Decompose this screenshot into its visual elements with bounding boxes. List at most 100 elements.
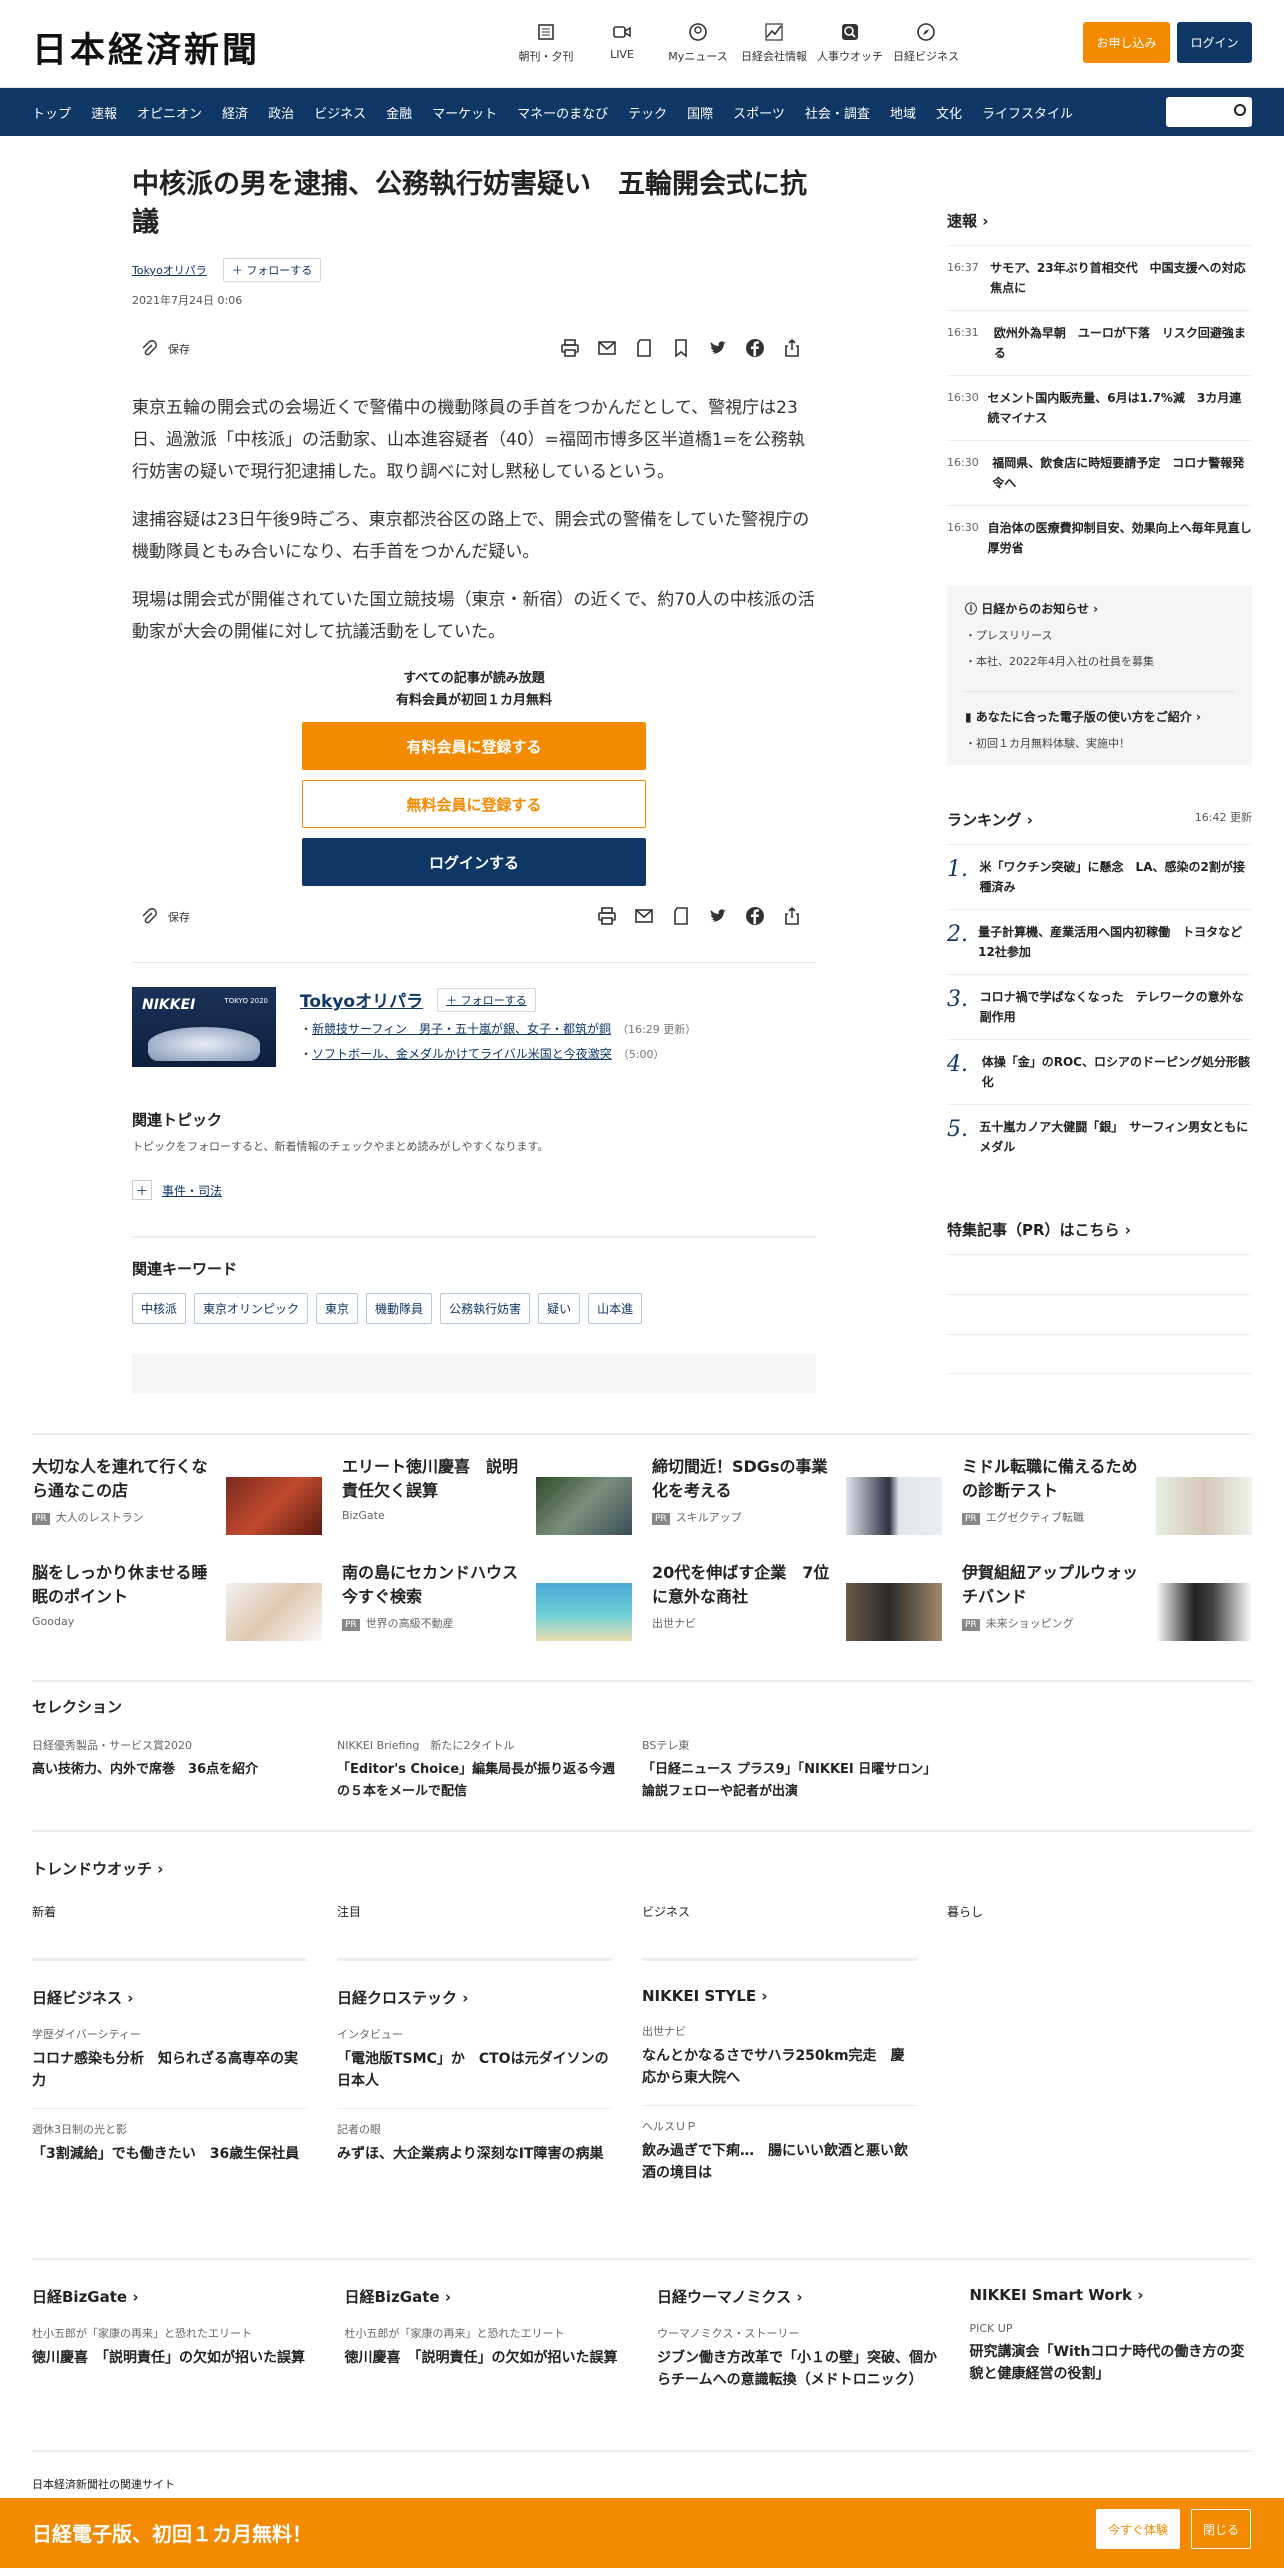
nav-item[interactable]: 文化 — [936, 103, 962, 122]
ranking-heading[interactable]: ランキング › 16:42 更新 — [947, 809, 1252, 830]
news-item[interactable]: 16:30 福岡県、飲食店に時短要請予定 コロナ警報発令へ — [947, 440, 1252, 505]
article-category-link[interactable]: Tokyoオリパラ — [132, 262, 207, 278]
media-item[interactable]: インタビュー 「電池版TSMC」か CTOは元ダイソンの日本人 — [337, 2026, 612, 2092]
clip-icon[interactable] — [634, 338, 654, 358]
print-icon[interactable] — [597, 906, 617, 926]
media-item[interactable]: 記者の眼 みずほ、大企業病より深刻なIT障害の病巣 — [337, 2108, 612, 2165]
media-heading[interactable]: NIKKEI STYLE › — [642, 1987, 917, 2005]
nav-item[interactable]: 速報 — [91, 103, 117, 122]
header-link-business[interactable]: 日経ビジネス — [888, 22, 964, 64]
header-link-live[interactable]: LIVE — [584, 22, 660, 64]
follow-button[interactable]: ＋ フォローする — [222, 258, 322, 282]
topic-name-link[interactable]: Tokyoオリパラ — [300, 987, 423, 1012]
nav-item[interactable]: 社会・調査 — [805, 103, 870, 122]
twitter-icon[interactable] — [708, 338, 728, 358]
ranking-item[interactable]: 5. 五十嵐カノア大健闘「銀」 サーフィン男女ともにメダル — [947, 1104, 1252, 1169]
login-button[interactable]: ログイン — [1177, 22, 1252, 63]
apply-button[interactable]: お申し込み — [1083, 22, 1170, 63]
keyword-tag[interactable]: 東京オリンピック — [194, 1293, 309, 1324]
nav-item[interactable]: マーケット — [432, 103, 497, 122]
promo-card[interactable]: ミドル転職に備えるための診断テスト PR エグゼクティブ転職 — [962, 1455, 1252, 1545]
clip-icon[interactable] — [671, 906, 691, 926]
pr-heading[interactable]: 特集記事（PR）はこちら › — [947, 1219, 1252, 1240]
nikkei-logo[interactable]: 日本経済新聞 — [32, 22, 260, 73]
keyword-tag[interactable]: 山本進 — [588, 1293, 643, 1324]
nav-item[interactable]: オピニオン — [137, 103, 202, 122]
selection-item[interactable]: NIKKEI Briefing 新たに2タイトル 「Editor's Choice… — [337, 1737, 642, 1803]
free-register-button[interactable]: 無料会員に登録する — [302, 780, 646, 828]
nav-item[interactable]: スポーツ — [733, 103, 785, 122]
notice-heading[interactable]: ▮ あなたに合った電子版の使い方をご紹介 › — [965, 691, 1234, 725]
promo-card[interactable]: エリート徳川慶喜 説明責任欠く誤算 BizGate — [342, 1455, 632, 1545]
nav-item[interactable]: ビジネス — [314, 103, 366, 122]
media-item[interactable]: 出世ナビ なんとかなるさでサハラ250km完走 慶応から東大院へ — [642, 2023, 917, 2089]
paywall-login-button[interactable]: ログインする — [302, 838, 646, 886]
selection-item[interactable]: BSテレ東 「日経ニュース プラス9」「NIKKEI 日曜サロン」論説フェローや記… — [642, 1737, 947, 1803]
mail-icon[interactable] — [597, 338, 617, 358]
nav-item[interactable]: トップ — [32, 103, 71, 122]
ranking-item[interactable]: 3. コロナ禍で学ばなくなった テレワークの意外な副作用 — [947, 974, 1252, 1039]
share-icon[interactable] — [782, 906, 802, 926]
news-item[interactable]: 16:31 欧州外為早朝 ユーロが下落 リスク回避強まる — [947, 310, 1252, 375]
notice-heading[interactable]: ⓘ 日経からのお知らせ › — [965, 600, 1234, 617]
share-icon[interactable] — [782, 338, 802, 358]
topic-item-link[interactable]: ソフトボール、金メダルかけてライバル米国と今夜激突 — [312, 1047, 612, 1061]
news-item[interactable]: 16:30 自治体の医療費抑制目安、効果向上へ毎年見直し 厚労省 — [947, 505, 1264, 570]
nav-item[interactable]: ライフスタイル — [982, 103, 1073, 122]
nav-item[interactable]: 経済 — [222, 103, 248, 122]
try-now-button[interactable]: 今すぐ体験 — [1096, 2509, 1180, 2549]
nav-item[interactable]: マネーのまなび — [517, 103, 608, 122]
media-item[interactable]: 学歴ダイバーシティー コロナ感染も分析 知られざる高専卒の実力 — [32, 2026, 307, 2092]
close-banner-button[interactable]: 閉じる — [1191, 2509, 1251, 2549]
notice-item[interactable]: ・本社、2022年4月入社の社員を募集 — [965, 653, 1234, 669]
promo-card[interactable]: 伊賀組紐アップルウォッチバンド PR 未来ショッピング — [962, 1561, 1252, 1651]
media-item[interactable]: ヘルスＵＰ 飲み過ぎで下痢… 腸にいい飲酒と悪い飲酒の境目は — [642, 2105, 917, 2184]
facebook-icon[interactable] — [745, 338, 765, 358]
facebook-icon[interactable] — [745, 906, 765, 926]
save-button[interactable]: 保存 — [140, 340, 190, 358]
header-link-mynews[interactable]: Myニュース — [660, 22, 736, 64]
ranking-item[interactable]: 4. 体操「金」のROC、ロシアのドーピング処分形骸化 — [947, 1039, 1252, 1104]
header-link-company[interactable]: 日経会社情報 — [736, 22, 812, 64]
related-topic-follow[interactable]: ＋事件・司法 — [132, 1180, 816, 1200]
header-link-paper[interactable]: 朝刊・夕刊 — [508, 22, 584, 64]
media-heading[interactable]: 日経ビジネス › — [32, 1987, 307, 2008]
follow-button[interactable]: ＋ フォローする — [437, 987, 536, 1012]
keyword-tag[interactable]: 機動隊員 — [366, 1293, 433, 1324]
media2-item[interactable]: 日経BizGate › 杜小五郎が「家康の再来」と恐れたエリート 徳川慶喜 「説明責… — [32, 2286, 315, 2391]
nav-item[interactable]: 金融 — [386, 103, 412, 122]
keyword-tag[interactable]: 東京 — [316, 1293, 359, 1324]
media-item[interactable]: 週休3日制の光と影 「3割減給」でも働きたい 36歳生保社員 — [32, 2108, 307, 2165]
save-button[interactable]: 保存 — [140, 908, 190, 926]
mail-icon[interactable] — [634, 906, 654, 926]
media-heading[interactable]: 日経クロステック › — [337, 1987, 612, 2008]
topic-item-link[interactable]: 新競技サーフィン 男子・五十嵐が銀、女子・都筑が銅 — [312, 1022, 611, 1036]
news-item[interactable]: 16:30 セメント国内販売量、6月は1.7%減 3カ月連続マイナス — [947, 375, 1252, 440]
print-icon[interactable] — [560, 338, 580, 358]
search-icon[interactable] — [1234, 104, 1246, 116]
media2-item[interactable]: 日経ウーマノミクス › ウーマノミクス・ストーリー ジブン働き方改革で「小１の壁」突… — [657, 2286, 940, 2391]
twitter-icon[interactable] — [708, 906, 728, 926]
media2-item[interactable]: 日経BizGate › 杜小五郎が「家康の再来」と恐れたエリート 徳川慶喜 「説明責… — [345, 2286, 628, 2391]
keyword-tag[interactable]: 公務執行妨害 — [440, 1293, 531, 1324]
paid-register-button[interactable]: 有料会員に登録する — [302, 722, 646, 770]
promo-card[interactable]: 締切間近！SDGsの事業化を考える PR スキルアップ — [652, 1455, 942, 1545]
notice-item[interactable]: ・プレスリリース — [965, 627, 1234, 643]
promo-card[interactable]: 大切な人を連れて行くなら通なこの店 PR 大人のレストラン — [32, 1455, 322, 1545]
selection-item[interactable]: 日経優秀製品・サービス賞2020 高い技術力、内外で席巻 36点を紹介 — [32, 1737, 337, 1803]
nav-item[interactable]: 国際 — [687, 103, 713, 122]
breaking-heading[interactable]: 速報 › — [947, 210, 1252, 231]
nav-item[interactable]: テック — [628, 103, 667, 122]
promo-card[interactable]: 南の島にセカンドハウス 今すぐ検索 PR 世界の高級不動産 — [342, 1561, 632, 1651]
topic-thumbnail[interactable]: NIKKEI TOKYO 2020 — [132, 987, 276, 1067]
header-link-jinji[interactable]: 人事ウオッチ — [812, 22, 888, 64]
nav-item[interactable]: 地域 — [890, 103, 916, 122]
bookmark-icon[interactable] — [671, 338, 691, 358]
news-item[interactable]: 16:37 サモア、23年ぶり首相交代 中国支援への対応焦点に — [947, 245, 1252, 310]
keyword-tag[interactable]: 疑い — [538, 1293, 581, 1324]
trend-heading[interactable]: トレンドウオッチ › — [32, 1858, 1252, 1879]
ranking-item[interactable]: 1. 米「ワクチン突破」に懸念 LA、感染の2割が接種済み — [947, 844, 1252, 909]
search-input[interactable]: 記事・検 — [1166, 97, 1252, 127]
promo-card[interactable]: 脳をしっかり休ませる睡眠のポイント Gooday — [32, 1561, 322, 1651]
notice-item[interactable]: ・初回１カ月無料体験、実施中！ — [965, 735, 1234, 751]
